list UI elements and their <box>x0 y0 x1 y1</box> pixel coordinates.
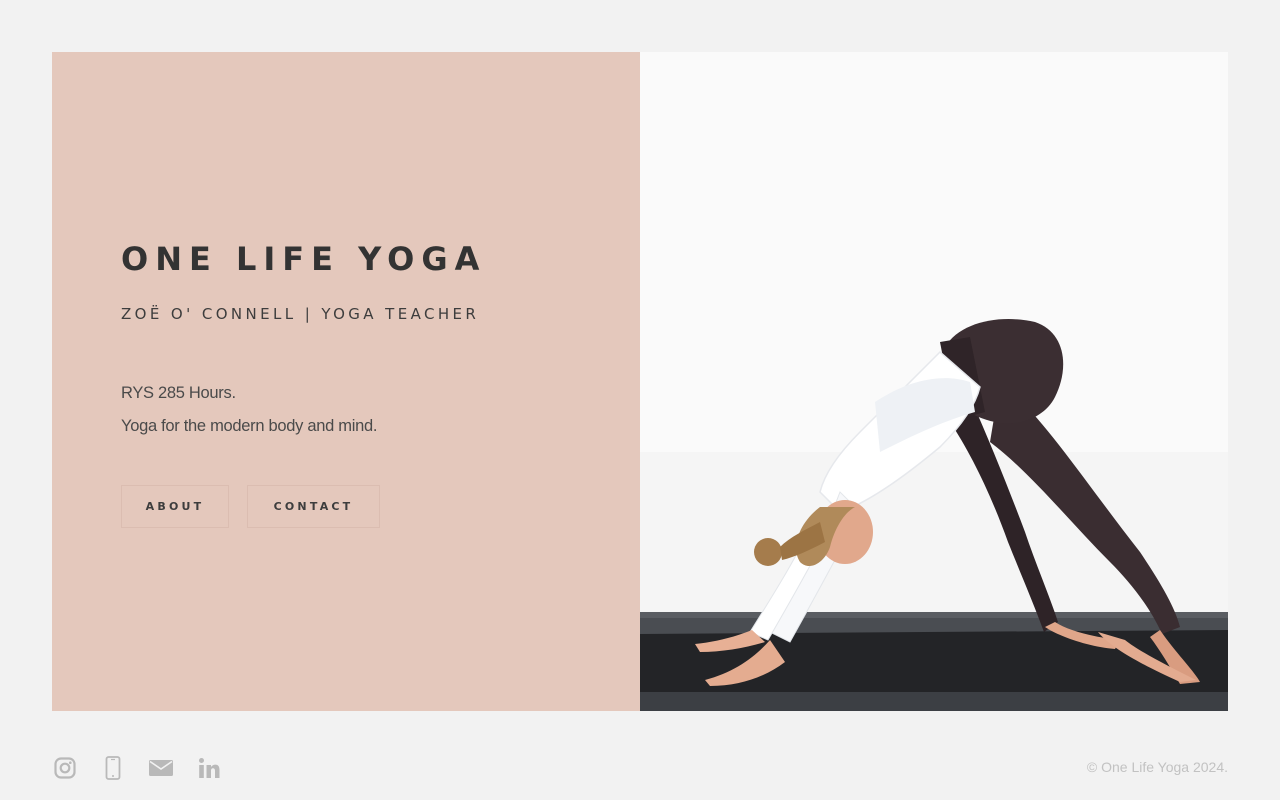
hero-card: ONE LIFE YOGA ZOË O' CONNELL | YOGA TEAC… <box>52 52 1228 711</box>
hero-content: ONE LIFE YOGA ZOË O' CONNELL | YOGA TEAC… <box>121 240 486 528</box>
contact-button[interactable]: CONTACT <box>247 485 380 528</box>
copyright-text: © One Life Yoga 2024. <box>1086 759 1228 775</box>
yoga-pose-illustration <box>640 52 1228 711</box>
hero-description: RYS 285 Hours. Yoga for the modern body … <box>121 377 486 443</box>
description-line-hours: RYS 285 Hours. <box>121 384 236 402</box>
site-title: ONE LIFE YOGA <box>121 240 487 278</box>
mail-icon[interactable] <box>149 759 173 777</box>
hero-text-panel: ONE LIFE YOGA ZOË O' CONNELL | YOGA TEAC… <box>52 52 640 711</box>
instagram-icon[interactable] <box>54 757 76 779</box>
social-links <box>54 756 220 780</box>
linkedin-icon[interactable] <box>198 757 220 779</box>
description-line-tagline: Yoga for the modern body and mind. <box>121 417 378 435</box>
phone-icon[interactable] <box>105 756 121 780</box>
about-button[interactable]: ABOUT <box>121 485 229 528</box>
site-subtitle: ZOË O' CONNELL | YOGA TEACHER <box>121 305 480 323</box>
hero-buttons: ABOUT CONTACT <box>121 485 486 528</box>
hero-image <box>640 52 1228 711</box>
